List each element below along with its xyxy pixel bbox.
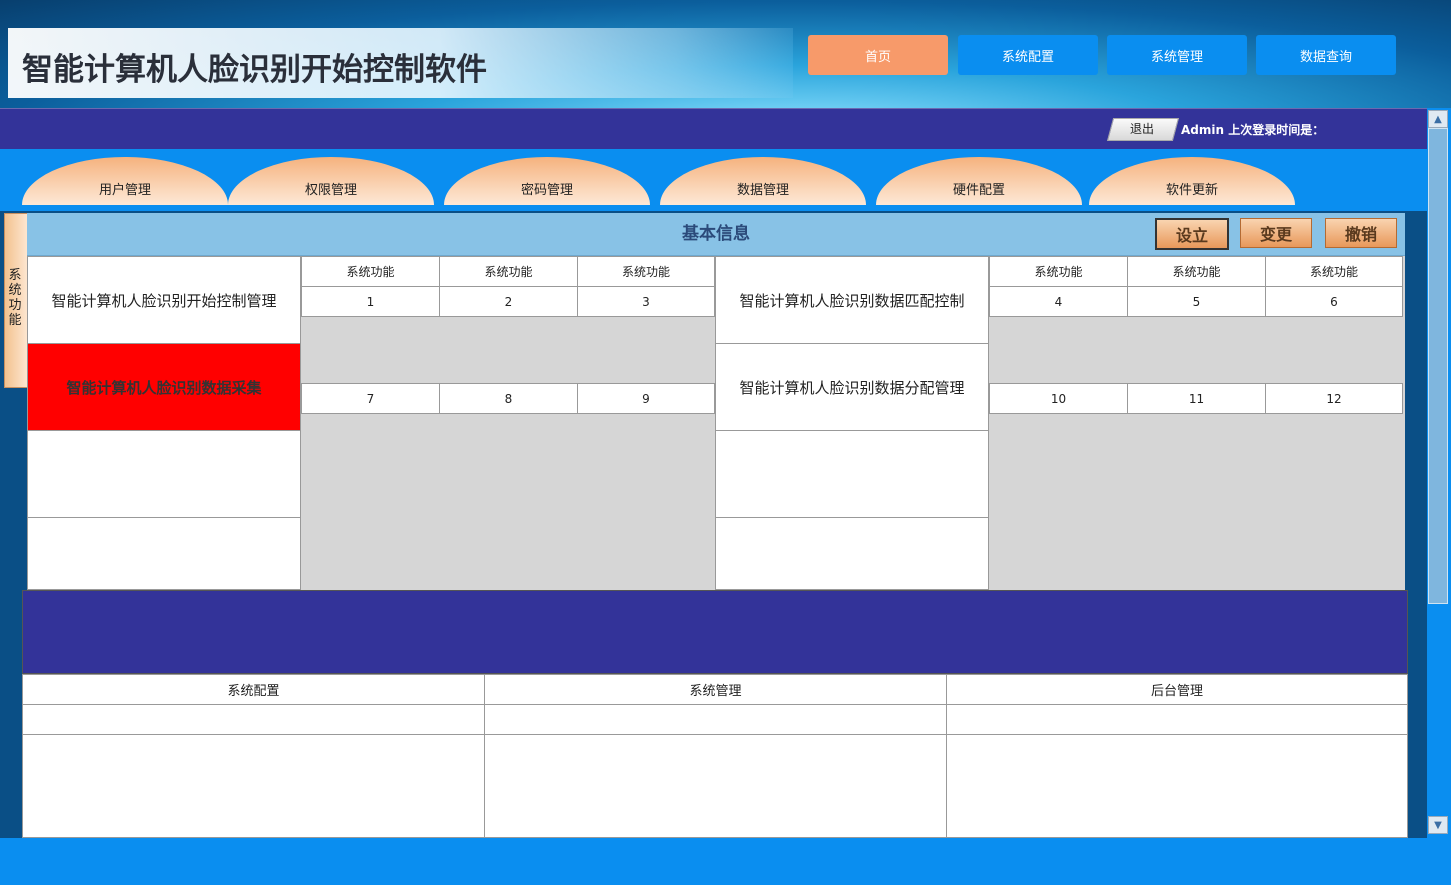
scroll-up-arrow-icon[interactable]: ▲	[1428, 110, 1448, 128]
tab-label: 数据管理	[736, 182, 789, 198]
tab-label: 密码管理	[520, 182, 573, 198]
func-cell[interactable]: 7	[301, 383, 440, 414]
func-header: 系统功能	[989, 256, 1128, 287]
tab-label: 硬件配置	[952, 182, 1005, 198]
module-data-collection[interactable]: 智能计算机人脸识别数据采集	[27, 343, 301, 431]
tab-label: 用户管理	[98, 182, 151, 198]
logout-button[interactable]: 退出	[1110, 118, 1174, 139]
bottom-header-backend-management: 后台管理	[946, 674, 1408, 705]
func-cell[interactable]: 11	[1127, 383, 1266, 414]
bottom-table-cell[interactable]	[946, 734, 1408, 838]
func-header: 系统功能	[1265, 256, 1403, 287]
bottom-table-cell[interactable]	[484, 704, 947, 735]
bottom-header-system-management: 系统管理	[484, 674, 947, 705]
bottom-header-system-config: 系统配置	[22, 674, 485, 705]
module-distribution-management[interactable]: 智能计算机人脸识别数据分配管理	[715, 343, 989, 431]
bottom-table-cell[interactable]	[946, 704, 1408, 735]
nav-home[interactable]: 首页	[808, 35, 948, 75]
func-cell[interactable]: 12	[1265, 383, 1403, 414]
module-empty-right-3[interactable]	[715, 430, 989, 518]
nav-system-config[interactable]: 系统配置	[958, 35, 1098, 75]
bottom-table-cell[interactable]	[22, 734, 485, 838]
func-header: 系统功能	[577, 256, 715, 287]
lower-banner	[22, 590, 1408, 674]
func-cell[interactable]: 10	[989, 383, 1128, 414]
func-cell[interactable]: 9	[577, 383, 715, 414]
func-header: 系统功能	[1127, 256, 1266, 287]
func-header: 系统功能	[301, 256, 440, 287]
module-empty-left-4[interactable]	[27, 517, 301, 590]
login-info: Admin 上次登录时间是：	[1181, 123, 1325, 137]
tab-label: 软件更新	[1165, 182, 1218, 198]
scroll-down-arrow-icon[interactable]: ▼	[1428, 816, 1448, 834]
bottom-table-cell[interactable]	[22, 704, 485, 735]
module-empty-right-4[interactable]	[715, 517, 989, 590]
func-cell[interactable]: 3	[577, 286, 715, 317]
revoke-button[interactable]: 撤销	[1325, 218, 1397, 248]
module-start-control[interactable]: 智能计算机人脸识别开始控制管理	[27, 256, 301, 344]
func-header: 系统功能	[439, 256, 578, 287]
tab-label: 权限管理	[304, 182, 357, 198]
nav-system-management[interactable]: 系统管理	[1107, 35, 1247, 75]
func-cell[interactable]: 5	[1127, 286, 1266, 317]
func-cell[interactable]: 8	[439, 383, 578, 414]
module-match-control[interactable]: 智能计算机人脸识别数据匹配控制	[715, 256, 989, 344]
nav-data-query[interactable]: 数据查询	[1256, 35, 1396, 75]
scrollbar-thumb[interactable]	[1428, 128, 1448, 604]
side-function-label: 系统功能	[8, 268, 22, 328]
module-empty-left-3[interactable]	[27, 430, 301, 518]
func-cell[interactable]: 2	[439, 286, 578, 317]
bottom-table-cell[interactable]	[484, 734, 947, 838]
app-title: 智能计算机人脸识别开始控制软件	[22, 52, 487, 88]
func-cell[interactable]: 4	[989, 286, 1128, 317]
footer-bar	[0, 838, 1451, 885]
func-cell[interactable]: 1	[301, 286, 440, 317]
change-button[interactable]: 变更	[1240, 218, 1312, 248]
establish-button[interactable]: 设立	[1155, 218, 1229, 250]
func-cell[interactable]: 6	[1265, 286, 1403, 317]
